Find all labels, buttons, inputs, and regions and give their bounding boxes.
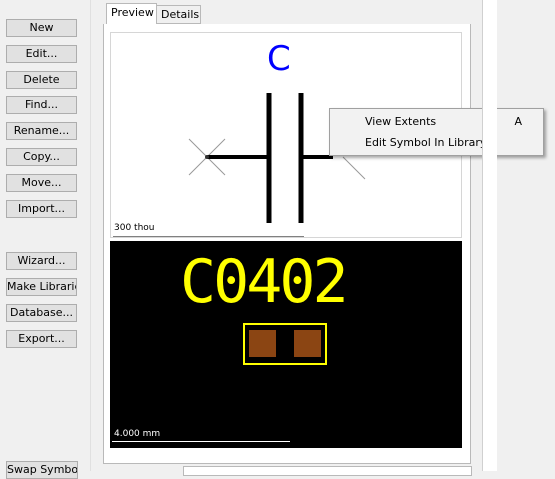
database-button[interactable]: Database... xyxy=(6,304,77,322)
export-button[interactable]: Export... xyxy=(6,330,77,348)
pad-1 xyxy=(249,330,276,357)
move-button[interactable]: Move... xyxy=(6,174,77,192)
pin-marker-right xyxy=(342,156,366,180)
copy-button[interactable]: Copy... xyxy=(6,148,77,166)
wizard-button[interactable]: Wizard... xyxy=(6,252,77,270)
new-button[interactable]: New xyxy=(6,19,77,37)
preview-tabs: Preview Details xyxy=(103,3,471,25)
import-button[interactable]: Import... xyxy=(6,200,77,218)
menu-item-view-extents[interactable]: View Extents A xyxy=(331,112,542,132)
tab-details[interactable]: Details xyxy=(157,5,201,24)
menu-item-edit-symbol-in-library[interactable]: Edit Symbol In Library xyxy=(331,133,542,153)
right-divider xyxy=(482,0,497,471)
find-button[interactable]: Find... xyxy=(6,96,77,114)
pad-2 xyxy=(294,330,321,357)
pcb-scale-bar xyxy=(112,441,290,442)
pcb-preview[interactable]: C0402 4.000 mm xyxy=(110,241,462,448)
delete-button[interactable]: Delete xyxy=(6,71,77,89)
make-libraries-button[interactable]: Make Libraries xyxy=(6,278,77,296)
menu-item-label: View Extents xyxy=(365,115,437,128)
rename-button[interactable]: Rename... xyxy=(6,122,77,140)
swap-symbols-button[interactable]: Swap Symbols xyxy=(6,461,78,479)
context-menu: View Extents A Edit Symbol In Library xyxy=(329,108,544,156)
footprint-name: C0402 xyxy=(180,247,349,317)
tab-preview[interactable]: Preview xyxy=(106,3,157,24)
reference-designator: C xyxy=(267,39,291,79)
pcb-scale-label: 4.000 mm xyxy=(114,429,161,439)
menu-item-label: Edit Symbol In Library xyxy=(365,136,487,149)
edit-button[interactable]: Edit... xyxy=(6,45,77,63)
bottom-field[interactable] xyxy=(183,466,472,476)
schematic-scale-label: 300 thou xyxy=(114,223,155,233)
button-panel: New Edit... Delete Find... Rename... Cop… xyxy=(0,0,91,479)
menu-item-shortcut: A xyxy=(514,115,522,128)
